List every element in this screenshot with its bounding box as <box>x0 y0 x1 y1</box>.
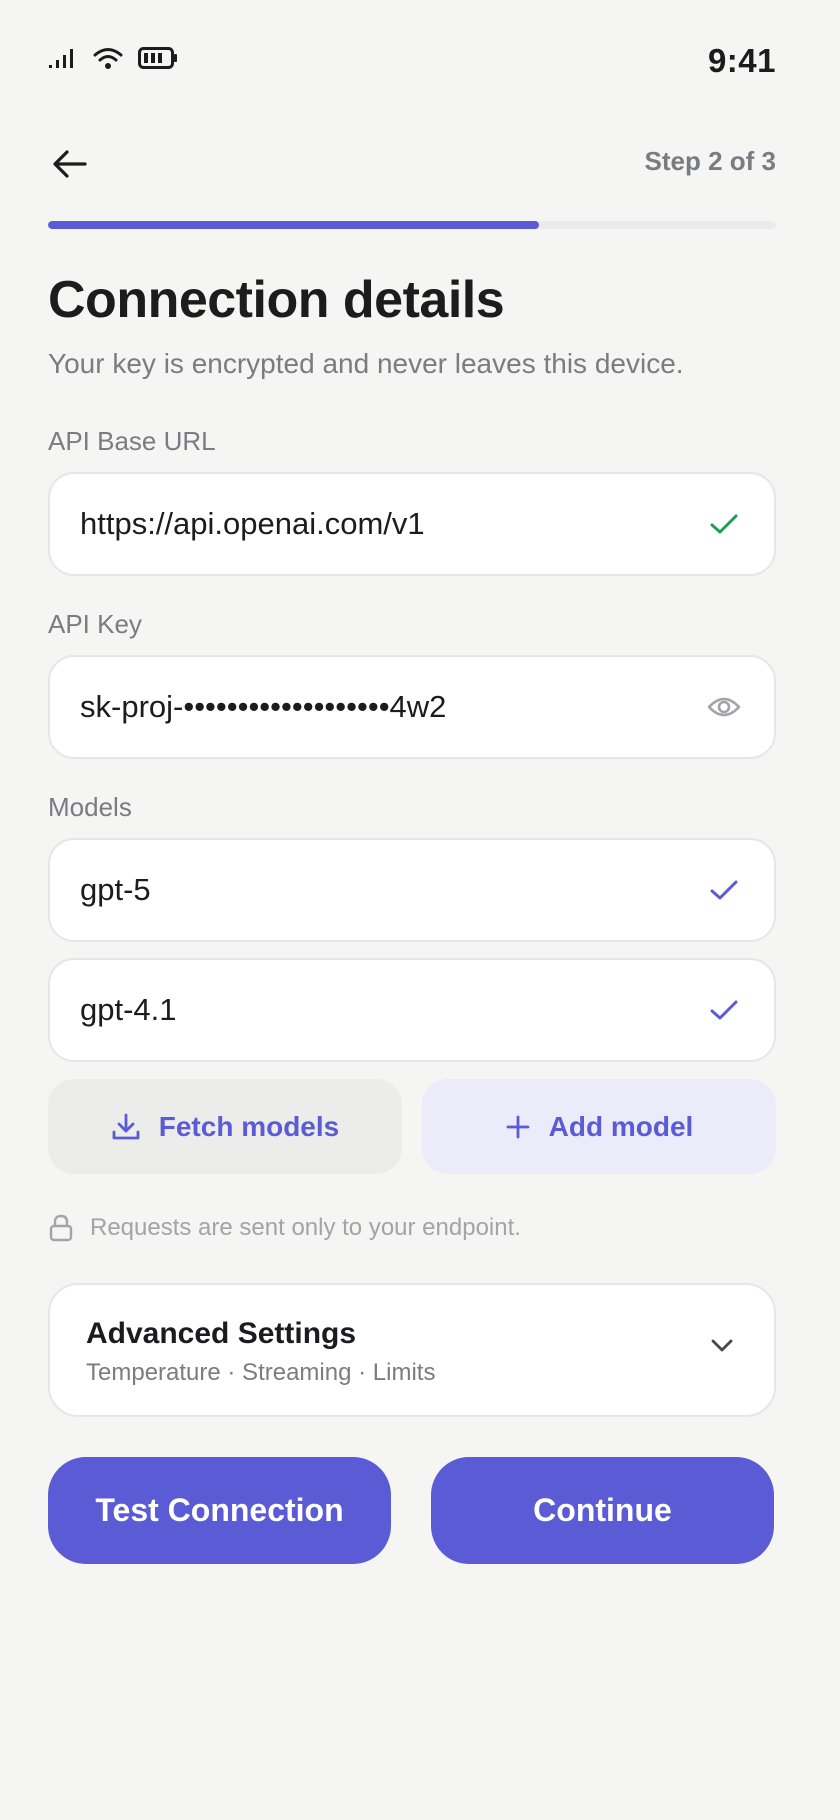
plus-icon <box>506 1115 530 1138</box>
advanced-settings-title: Advanced Settings <box>86 1317 357 1350</box>
api-key-label: API Key <box>48 609 142 639</box>
check-icon <box>704 504 744 544</box>
base-url-label: API Base URL <box>48 426 216 456</box>
model-name: gpt-4.1 <box>80 992 177 1027</box>
battery-icon <box>138 47 177 69</box>
lock-icon <box>49 1214 73 1242</box>
fetch-models-label: Fetch models <box>158 1110 340 1142</box>
model-name: gpt-5 <box>80 872 151 907</box>
check-icon <box>704 870 744 910</box>
advanced-settings-subtitle: Temperature · Streaming · Limits <box>86 1359 436 1386</box>
eye-icon[interactable] <box>704 687 744 727</box>
models-label: Models <box>48 792 132 822</box>
api-key-field[interactable] <box>48 655 776 759</box>
continue-button[interactable]: Continue <box>431 1457 774 1564</box>
wifi-icon <box>93 48 123 69</box>
check-icon <box>704 990 744 1030</box>
base-url-field[interactable] <box>48 472 776 576</box>
add-model-label: Add model <box>548 1110 694 1142</box>
test-connection-button[interactable]: Test Connection <box>48 1457 391 1564</box>
privacy-note: Requests are sent only to your endpoint. <box>48 1214 521 1242</box>
download-icon <box>112 1113 140 1139</box>
fetch-models-button[interactable]: Fetch models <box>48 1079 402 1174</box>
privacy-note-text: Requests are sent only to your endpoint. <box>90 1214 521 1241</box>
chevron-down-icon <box>711 1339 733 1352</box>
status-icons <box>48 46 178 70</box>
arrow-left-icon <box>53 150 87 178</box>
step-indicator: Step 2 of 3 <box>644 146 776 176</box>
progress-fill <box>48 221 540 229</box>
status-time: 9:41 <box>707 42 776 79</box>
api-key-input[interactable] <box>80 689 704 725</box>
add-model-button[interactable]: Add model <box>422 1079 776 1174</box>
base-url-input[interactable] <box>80 506 704 542</box>
signal-icon <box>49 49 73 68</box>
status-bar: 9:41 <box>0 0 840 124</box>
advanced-settings-toggle[interactable]: Advanced Settings Temperature · Streamin… <box>48 1283 776 1417</box>
progress-bar <box>48 221 776 229</box>
page-subtitle: Your key is encrypted and never leaves t… <box>48 348 684 379</box>
page-title: Connection details <box>48 271 505 329</box>
model-item[interactable]: gpt-4.1 <box>48 958 776 1062</box>
model-item[interactable]: gpt-5 <box>48 838 776 942</box>
back-button[interactable] <box>44 138 96 190</box>
